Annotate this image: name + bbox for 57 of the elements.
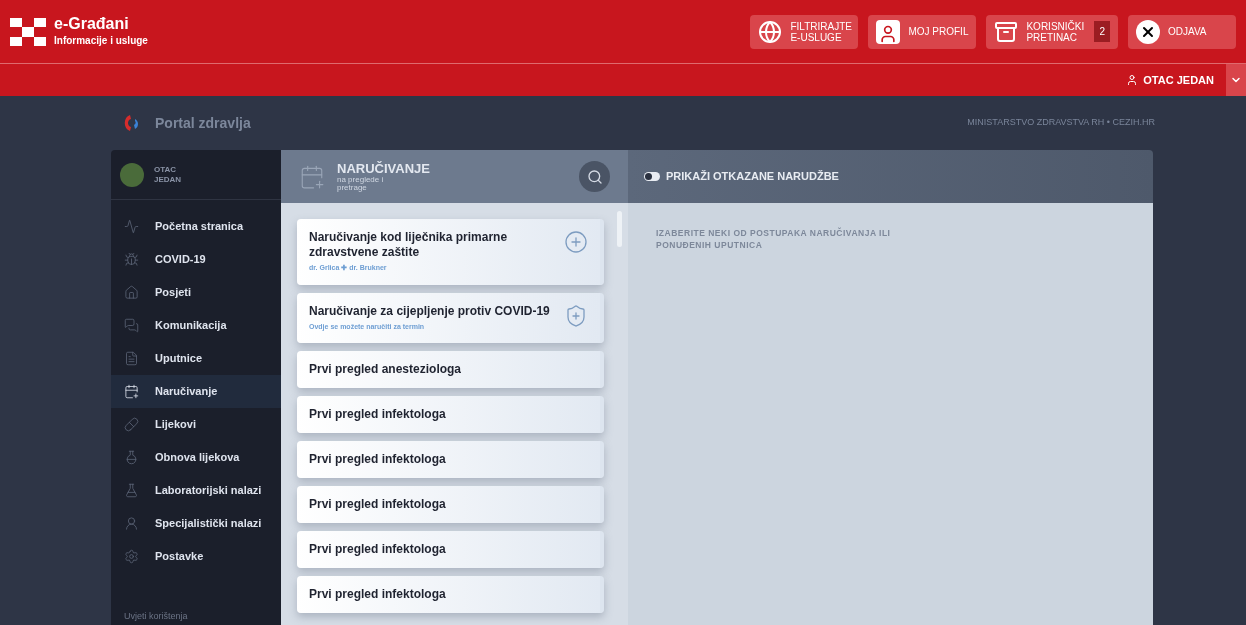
plus-circle-icon xyxy=(564,230,588,254)
sidebar-item[interactable]: Naručivanje xyxy=(111,375,281,408)
pulse-icon xyxy=(124,219,139,234)
header-action-button[interactable]: ODJAVA xyxy=(1128,14,1236,49)
sidebar-item[interactable]: Obnova lijekova xyxy=(111,441,281,474)
count-badge: 2 xyxy=(1094,21,1110,42)
section-title: NARUČIVANJE xyxy=(337,161,430,176)
dropdown-button[interactable] xyxy=(1226,64,1246,96)
sidebar-user-name: OTAC JEDAN xyxy=(154,164,183,185)
procedure-card[interactable]: Prvi pregled anesteziologa xyxy=(297,351,604,388)
calendar-icon xyxy=(299,163,325,190)
user-icon xyxy=(1126,74,1139,86)
sidebar-item[interactable]: Postavke xyxy=(111,540,281,573)
settings-icon xyxy=(124,549,139,564)
checkered-logo xyxy=(10,17,46,46)
header-action-button[interactable]: MOJ PROFIL xyxy=(868,14,977,49)
toggle-label: PRIKAŽI OTKAZANE NARUDŽBE xyxy=(666,169,839,185)
sidebar-item[interactable]: Komunikacija xyxy=(111,309,281,342)
brand-title: e-Građani xyxy=(54,15,130,33)
procedure-card[interactable]: Prvi pregled infektologa xyxy=(297,576,604,613)
procedure-card[interactable]: Prvi pregled infektologa xyxy=(297,396,604,433)
calendar-icon xyxy=(124,384,139,399)
bottle-icon xyxy=(124,450,139,465)
portal-source: MINISTARSTVO ZDRAVSTVA RH • CEZIH.HR xyxy=(967,116,1155,130)
chat-icon xyxy=(124,318,139,333)
detail-hint: IZABERITE NEKI OD POSTUPAKA NARUČIVANJA ILI PONUĐENIH UPUTNICA xyxy=(656,227,892,251)
user-name-link[interactable]: OTAC JEDAN xyxy=(1126,71,1214,89)
profile-icon xyxy=(876,19,901,44)
archive-icon xyxy=(994,19,1019,44)
close-icon xyxy=(1136,19,1160,44)
procedure-card[interactable]: Prvi pregled infektologa xyxy=(297,531,604,568)
header-action-button[interactable]: KORISNIČKI PRETINAC 2 xyxy=(986,14,1118,49)
sidebar-item[interactable]: Početna stranica xyxy=(111,210,281,243)
terms-link[interactable]: Uvjeti korištenja xyxy=(111,609,281,623)
procedure-card[interactable]: Prvi pregled infektologa xyxy=(297,441,604,478)
procedure-card[interactable]: Prvi pregled infektologa xyxy=(297,486,604,523)
avatar xyxy=(120,162,144,187)
sidebar-item[interactable]: Uputnice xyxy=(111,342,281,375)
house-icon xyxy=(124,285,139,300)
pill-icon xyxy=(124,417,139,432)
brand-subtitle: Informacije i usluge xyxy=(54,34,148,48)
person-icon xyxy=(124,516,139,531)
globe-icon xyxy=(758,19,783,44)
search-button[interactable] xyxy=(579,161,610,192)
search-icon xyxy=(586,168,603,185)
document-icon xyxy=(124,351,139,366)
scrollbar-thumb[interactable] xyxy=(617,211,622,247)
sidebar-item[interactable]: Lijekovi xyxy=(111,408,281,441)
sidebar-item[interactable]: Laboratorijski nalazi xyxy=(111,474,281,507)
header-action-button[interactable]: FILTRIRAJTE E-USLUGE xyxy=(750,14,859,49)
portal-title: Portal zdravlja xyxy=(155,113,251,133)
sidebar-item[interactable]: COVID-19 xyxy=(111,243,281,276)
section-subtitle: na preglede i pretrage xyxy=(337,175,385,192)
sidebar-item[interactable]: Specijalistički nalazi xyxy=(111,507,281,540)
sidebar-item[interactable]: Posjeti xyxy=(111,276,281,309)
toggle-switch[interactable] xyxy=(644,172,660,181)
flask-icon xyxy=(124,483,139,498)
